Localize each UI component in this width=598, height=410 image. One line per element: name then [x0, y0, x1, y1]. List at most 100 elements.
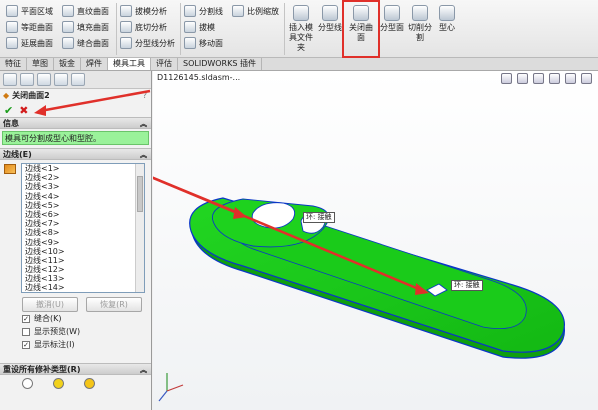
scrollbar-thumb[interactable]: [137, 176, 143, 212]
list-item[interactable]: 边线<1>: [22, 164, 144, 173]
heads-up-toolbar: [501, 73, 592, 84]
mold-folder-icon: [293, 5, 309, 21]
ribbon-separator: [284, 3, 285, 55]
tab-mold-tools[interactable]: 模具工具: [108, 58, 151, 70]
tooling-split-icon: [412, 5, 428, 21]
list-item[interactable]: 边线<5>: [22, 201, 144, 210]
view-orientation-icon[interactable]: [565, 73, 576, 84]
edges-section: 边线<1> 边线<2> 边线<3> 边线<4> 边线<5> 边线<6> 边线<7…: [0, 160, 151, 312]
parting-line-analysis-button[interactable]: 分型线分析: [120, 35, 175, 51]
previous-view-icon[interactable]: [533, 73, 544, 84]
collapse-icon: ︽: [140, 366, 147, 374]
command-tabs: 特征 草图 钣金 焊件 模具工具 评估 SOLIDWORKS 插件: [0, 58, 598, 71]
arrow-head: [34, 105, 46, 116]
section-view-icon[interactable]: [549, 73, 560, 84]
ribbon-group-scale: 比例缩放: [232, 3, 279, 19]
list-item[interactable]: 边线<11>: [22, 256, 144, 265]
display-style-icon[interactable]: [581, 73, 592, 84]
list-item[interactable]: 边线<7>: [22, 219, 144, 228]
edges-listbox[interactable]: 边线<1> 边线<2> 边线<3> 边线<4> 边线<5> 边线<6> 边线<7…: [21, 163, 145, 293]
document-title: D1126145.sldasm-...: [157, 73, 241, 82]
patch-type-buttons: [0, 375, 151, 392]
extend-surface-button[interactable]: 延展曲面: [6, 35, 53, 51]
split-line-icon: [184, 5, 196, 17]
zoom-to-fit-icon[interactable]: [501, 73, 512, 84]
no-fill-patch-icon[interactable]: [22, 378, 33, 389]
show-callouts-checkbox-row[interactable]: ✓ 显示标注(I): [0, 338, 151, 351]
tab-evaluate[interactable]: 评估: [151, 58, 178, 70]
ruled-surface-button[interactable]: 直纹曲面: [62, 3, 109, 19]
contact-patch-icon[interactable]: [53, 378, 64, 389]
list-item[interactable]: 边线<6>: [22, 210, 144, 219]
draft-button[interactable]: 拔模: [184, 19, 223, 35]
list-item[interactable]: 边线<2>: [22, 173, 144, 182]
ribbon-group-analysis: 拔模分析 底切分析 分型线分析: [120, 3, 175, 51]
tangent-patch-icon[interactable]: [84, 378, 95, 389]
tab-sketch[interactable]: 草图: [27, 58, 54, 70]
list-item[interactable]: 边线<9>: [22, 238, 144, 247]
ribbon-group-surfaces-1: 平面区域 等距曲面 延展曲面: [6, 3, 53, 51]
parting-line-button[interactable]: 分型线: [316, 3, 344, 33]
info-message: 模具可分割成型心和型腔。: [2, 131, 149, 145]
offset-surface-button[interactable]: 等距曲面: [6, 19, 53, 35]
reset-patch-header[interactable]: 重设所有修补类型(R) ︽: [0, 363, 151, 375]
extend-surface-icon: [6, 37, 18, 49]
tab-features[interactable]: 特征: [0, 58, 27, 70]
edges-group-header[interactable]: 边线(E) ︽: [0, 148, 151, 160]
loop-callout[interactable]: 环: 接触: [451, 280, 483, 291]
ruled-surface-icon: [62, 5, 74, 17]
planar-surface-icon: [6, 5, 18, 17]
knit-surface-icon: [62, 37, 74, 49]
parting-line-analysis-icon: [120, 37, 132, 49]
draft-analysis-icon: [120, 5, 132, 17]
split-line-button[interactable]: 分割线: [184, 3, 223, 19]
insert-mold-folder-button[interactable]: 插入模具文件夹: [286, 3, 316, 53]
move-face-button[interactable]: 移动面: [184, 35, 223, 51]
move-face-icon: [184, 37, 196, 49]
undo-button[interactable]: 撤消(U): [22, 297, 78, 312]
annotation-overlay: [34, 89, 151, 116]
tab-sheet-metal[interactable]: 钣金: [54, 58, 81, 70]
undercut-analysis-icon: [120, 21, 132, 33]
core-icon: [439, 5, 455, 21]
list-item[interactable]: 边线<12>: [22, 265, 144, 274]
draft-icon: [184, 21, 196, 33]
show-callouts-checkbox[interactable]: ✓: [22, 340, 30, 349]
knit-surface-button[interactable]: 缝合曲面: [62, 35, 109, 51]
redo-button[interactable]: 恢复(R): [86, 297, 142, 312]
fill-surface-button[interactable]: 填充曲面: [62, 19, 109, 35]
tab-weldments[interactable]: 焊件: [81, 58, 108, 70]
ribbon-separator: [180, 3, 181, 55]
show-preview-checkbox[interactable]: [22, 327, 30, 336]
undercut-analysis-button[interactable]: 底切分析: [120, 19, 175, 35]
list-item[interactable]: 边线<8>: [22, 228, 144, 237]
annotation-arrow: [39, 89, 151, 113]
parting-surface-icon: [384, 5, 400, 21]
draft-analysis-button[interactable]: 拔模分析: [120, 3, 175, 19]
model-view: [153, 176, 565, 402]
zoom-to-area-icon[interactable]: [517, 73, 528, 84]
tooling-split-button[interactable]: 切削分割: [406, 3, 434, 43]
show-preview-checkbox-row[interactable]: 显示预览(W): [0, 325, 151, 338]
tab-addins[interactable]: SOLIDWORKS 插件: [178, 58, 262, 70]
scale-icon: [232, 5, 244, 17]
graphics-area[interactable]: D1126145.sldasm-... 环: 接触 环: 接触: [153, 71, 598, 410]
parting-surface-button[interactable]: 分型面: [378, 3, 406, 33]
axis-triad: [158, 373, 184, 402]
list-item[interactable]: 边线<3>: [22, 182, 144, 191]
command-ribbon: 平面区域 等距曲面 延展曲面 直纹曲面 填充曲面 缝合曲面 拔模分析 底切分析 …: [0, 0, 598, 58]
scale-button[interactable]: 比例缩放: [232, 3, 279, 19]
core-button[interactable]: 型心: [434, 3, 460, 33]
knit-checkbox[interactable]: ✓: [22, 314, 30, 323]
ribbon-group-surfaces-2: 直纹曲面 填充曲面 缝合曲面: [62, 3, 109, 51]
list-item[interactable]: 边线<10>: [22, 247, 144, 256]
list-item[interactable]: 边线<14>: [22, 283, 144, 292]
listbox-scrollbar[interactable]: [135, 164, 144, 292]
planar-surface-button[interactable]: 平面区域: [6, 3, 53, 19]
list-item[interactable]: 边线<4>: [22, 192, 144, 201]
knit-checkbox-row[interactable]: ✓ 缝合(K): [0, 312, 151, 325]
ribbon-separator: [116, 3, 117, 55]
collapse-icon: ︽: [140, 151, 147, 159]
loop-callout[interactable]: 环: 接触: [303, 212, 335, 223]
parting-line-icon: [322, 5, 338, 21]
